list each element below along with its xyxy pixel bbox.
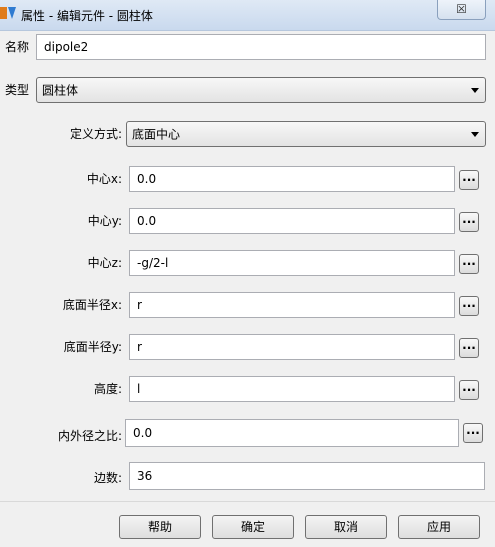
- browse-icon: ...: [462, 170, 476, 184]
- center-y-label: 中心y:: [87, 214, 122, 228]
- window-title: 属性 - 编辑元件 - 圆柱体: [21, 9, 153, 23]
- radius-y-browse-button[interactable]: ...: [459, 338, 479, 358]
- type-label: 类型: [5, 83, 30, 97]
- radius-x-browse-button[interactable]: ...: [459, 296, 479, 316]
- help-button[interactable]: 帮助: [119, 515, 201, 539]
- radius-x-input[interactable]: r: [129, 292, 455, 318]
- center-z-browse-button[interactable]: ...: [459, 254, 479, 274]
- radius-y-input[interactable]: r: [129, 334, 455, 360]
- center-x-browse-button[interactable]: ...: [459, 170, 479, 190]
- title-bar: 属性 - 编辑元件 - 圆柱体 ☒: [0, 0, 495, 31]
- center-y-value: 0.0: [137, 214, 157, 228]
- edge-count-value: 36: [137, 469, 153, 483]
- ratio-browse-button[interactable]: ...: [463, 423, 483, 443]
- dropdown-arrow-icon: [471, 132, 479, 137]
- footer-divider: [0, 501, 495, 502]
- browse-icon: ...: [462, 296, 476, 310]
- inner-outer-ratio-input[interactable]: 0.0: [125, 419, 459, 447]
- name-input[interactable]: dipole2: [36, 34, 486, 60]
- name-input-value: dipole2: [44, 40, 89, 54]
- center-z-label: 中心z:: [87, 256, 122, 270]
- radius-y-label: 底面半径y:: [63, 340, 122, 354]
- center-z-input[interactable]: -g/2-l: [129, 250, 455, 276]
- close-button[interactable]: ☒: [437, 0, 486, 20]
- type-select[interactable]: 圆柱体: [36, 77, 486, 103]
- height-label: 高度:: [93, 382, 122, 396]
- cancel-button[interactable]: 取消: [305, 515, 387, 539]
- center-y-input[interactable]: 0.0: [129, 208, 455, 234]
- define-method-select[interactable]: 底面中心: [126, 121, 486, 147]
- radius-x-value: r: [137, 298, 142, 312]
- browse-icon: ...: [466, 423, 480, 437]
- browse-icon: ...: [462, 380, 476, 394]
- radius-y-value: r: [137, 340, 142, 354]
- name-label: 名称: [5, 40, 30, 54]
- center-x-input[interactable]: 0.0: [129, 166, 455, 192]
- edge-count-input[interactable]: 36: [129, 462, 485, 490]
- center-y-browse-button[interactable]: ...: [459, 212, 479, 232]
- center-z-value: -g/2-l: [137, 256, 169, 270]
- edge-count-label: 边数:: [93, 471, 122, 485]
- height-value: l: [137, 382, 141, 396]
- browse-icon: ...: [462, 212, 476, 226]
- center-x-label: 中心x:: [86, 172, 122, 186]
- define-method-label: 定义方式:: [69, 127, 122, 141]
- radius-x-label: 底面半径x:: [62, 298, 122, 312]
- browse-icon: ...: [462, 338, 476, 352]
- app-icon: [0, 7, 16, 19]
- dropdown-arrow-icon: [471, 88, 479, 93]
- inner-outer-ratio-value: 0.0: [133, 426, 153, 440]
- height-browse-button[interactable]: ...: [459, 380, 479, 400]
- define-method-value: 底面中心: [132, 127, 181, 142]
- property-dialog: 属性 - 编辑元件 - 圆柱体 ☒ 名称 dipole2 类型 圆柱体 定义方式…: [0, 0, 495, 547]
- height-input[interactable]: l: [129, 376, 455, 402]
- type-select-value: 圆柱体: [42, 83, 79, 98]
- inner-outer-ratio-label: 内外径之比:: [57, 429, 122, 443]
- center-x-value: 0.0: [137, 172, 157, 186]
- apply-button[interactable]: 应用: [398, 515, 480, 539]
- close-icon: ☒: [456, 2, 467, 16]
- ok-button[interactable]: 确定: [212, 515, 294, 539]
- browse-icon: ...: [462, 254, 476, 268]
